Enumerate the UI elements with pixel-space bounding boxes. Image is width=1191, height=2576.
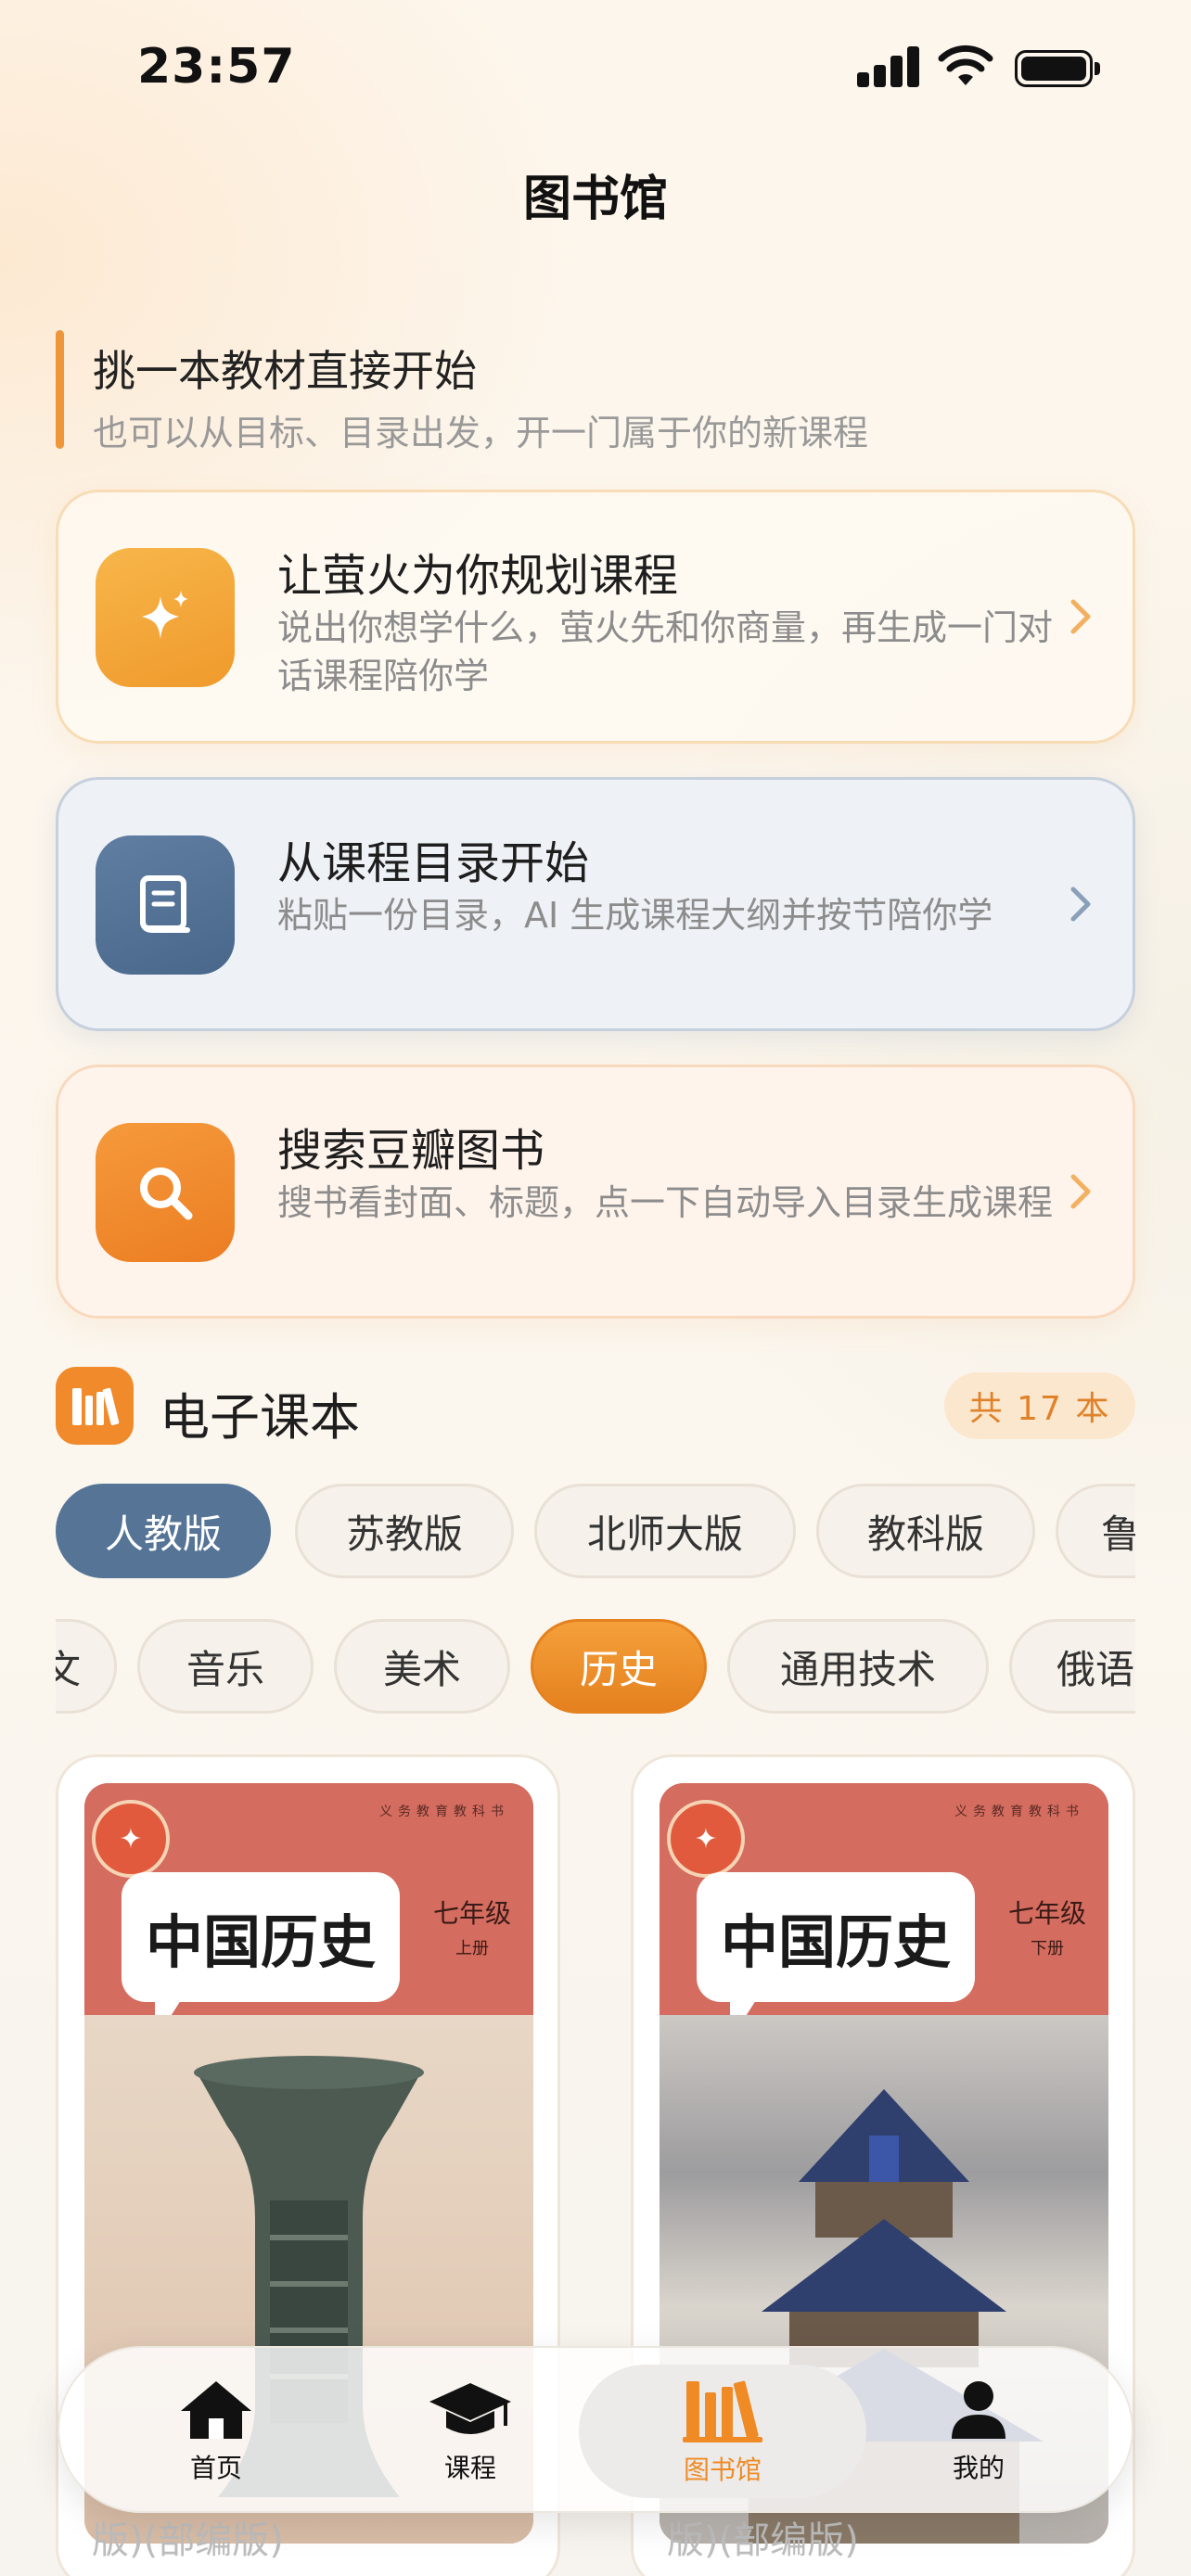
subject-chip[interactable]: 文 xyxy=(56,1619,117,1714)
subject-filter-row: 文 音乐 美术 历史 通用技术 俄语 xyxy=(56,1619,1135,1721)
card-title: 从课程目录开始 xyxy=(277,837,590,889)
cellular-signal-icon xyxy=(857,46,920,87)
bookshelf-icon xyxy=(683,2380,762,2442)
card-description: 搜书看封面、标题，点一下自动导入目录生成课程 xyxy=(277,1182,1054,1223)
book-icon xyxy=(96,835,235,975)
douban-search-card[interactable]: 搜索豆瓣图书 搜书看封面、标题，点一下自动导入目录生成课程 xyxy=(56,1065,1135,1319)
card-title: 让萤火为你规划课程 xyxy=(277,550,679,602)
book-grade: 七年级 下册 xyxy=(1007,1898,1086,1958)
publisher-seal-icon: ✦ xyxy=(92,1800,170,1878)
user-icon xyxy=(952,2381,1005,2439)
book-caption: 版)(部编版) xyxy=(92,2519,284,2562)
chevron-right-icon xyxy=(1070,886,1091,922)
book-series: 义务教育教科书 xyxy=(954,1804,1084,1819)
card-title: 搜索豆瓣图书 xyxy=(277,1125,545,1177)
tab-library[interactable]: 图书馆 xyxy=(579,2365,866,2498)
section-title: 电子课本 xyxy=(160,1388,360,1447)
intro-subtitle: 也可以从目标、目录出发，开一门属于你的新课程 xyxy=(93,413,869,453)
book-count-badge: 共 17 本 xyxy=(944,1372,1135,1439)
course-outline-card[interactable]: 从课程目录开始 粘贴一份目录，AI 生成课程大纲并按节陪你学 xyxy=(56,777,1135,1031)
tab-home[interactable]: 首页 xyxy=(100,2365,332,2498)
bookshelf-icon xyxy=(56,1367,134,1445)
book-grade: 七年级 上册 xyxy=(432,1898,511,1958)
card-description: 粘贴一份目录，AI 生成课程大纲并按节陪你学 xyxy=(277,895,993,936)
book-cover-title: 中国历史 xyxy=(145,1908,376,1976)
search-icon xyxy=(96,1123,235,1262)
tab-label: 图书馆 xyxy=(683,2455,762,2485)
tab-courses[interactable]: 课程 xyxy=(354,2365,586,2498)
status-bar: 23:57 xyxy=(0,0,1191,139)
chevron-right-icon xyxy=(1070,599,1091,634)
publisher-chip[interactable]: 教科版 xyxy=(816,1484,1035,1578)
tab-bar: 首页 课程 图书馆 我的 xyxy=(58,2346,1133,2513)
subject-chip[interactable]: 俄语 xyxy=(1009,1619,1135,1714)
publisher-chip[interactable]: 人教版 xyxy=(56,1484,271,1578)
publisher-chip[interactable]: 北师大版 xyxy=(534,1484,796,1578)
home-icon xyxy=(181,2381,251,2439)
publisher-chip[interactable]: 鲁 xyxy=(1056,1484,1135,1578)
tab-label: 我的 xyxy=(952,2453,1005,2483)
tab-profile[interactable]: 我的 xyxy=(863,2365,1095,2498)
page-title: 图书馆 xyxy=(522,172,668,227)
publisher-filter-row: 人教版 苏教版 北师大版 教科版 鲁 xyxy=(56,1484,1135,1586)
subject-chip[interactable]: 历史 xyxy=(531,1619,707,1714)
intro-title: 挑一本教材直接开始 xyxy=(93,346,477,396)
sparkles-icon xyxy=(96,548,235,687)
intro-accent-bar xyxy=(56,330,64,449)
book-caption: 版)(部编版) xyxy=(667,2519,859,2562)
battery-icon xyxy=(1015,50,1100,87)
subject-chip[interactable]: 美术 xyxy=(334,1619,510,1714)
graduation-cap-icon xyxy=(429,2383,511,2434)
card-description: 说出你想学什么，萤火先和你商量，再生成一门对话课程陪你学 xyxy=(277,607,1054,696)
wifi-icon xyxy=(938,45,993,85)
tab-label: 首页 xyxy=(189,2453,242,2483)
book-series: 义务教育教科书 xyxy=(379,1804,509,1819)
publisher-seal-icon: ✦ xyxy=(667,1800,745,1878)
book-cover-title: 中国历史 xyxy=(720,1908,951,1976)
subject-chip[interactable]: 音乐 xyxy=(137,1619,314,1714)
publisher-chip[interactable]: 苏教版 xyxy=(295,1484,514,1578)
plan-course-card[interactable]: 让萤火为你规划课程 说出你想学什么，萤火先和你商量，再生成一门对话课程陪你学 xyxy=(56,490,1135,744)
tab-label: 课程 xyxy=(443,2453,496,2483)
status-time: 23:57 xyxy=(137,39,296,95)
subject-chip[interactable]: 通用技术 xyxy=(727,1619,989,1714)
chevron-right-icon xyxy=(1070,1174,1091,1209)
